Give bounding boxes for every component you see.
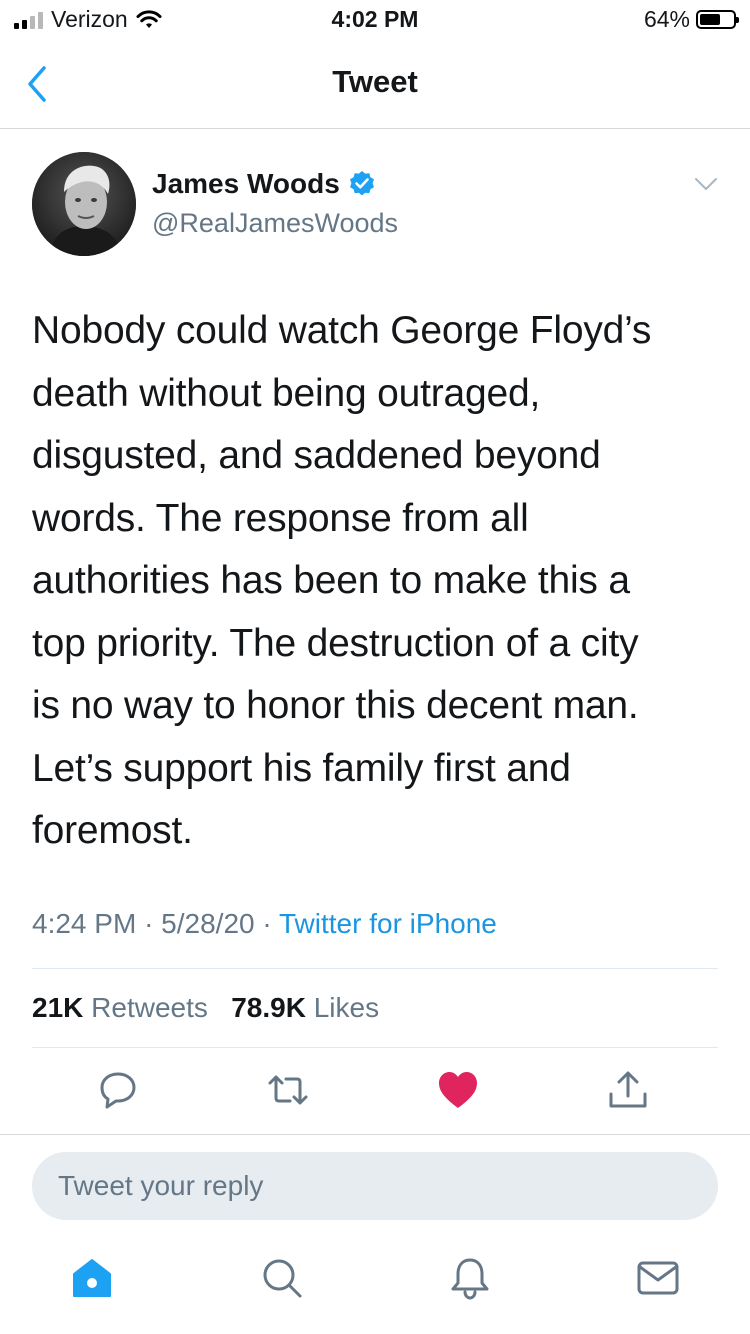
tab-bar — [0, 1256, 750, 1316]
likes-stat[interactable]: 78.9K Likes — [231, 992, 379, 1023]
author-name[interactable]: James Woods — [152, 168, 340, 200]
battery-icon — [696, 10, 739, 29]
tweet-time: 4:24 PM — [32, 908, 137, 939]
verified-badge-icon — [349, 171, 374, 196]
tweet-author: James Woods @RealJamesWoods — [32, 152, 722, 262]
reply-icon[interactable] — [96, 1068, 140, 1112]
divider — [32, 968, 718, 969]
liked-heart-icon[interactable] — [436, 1068, 480, 1112]
tweet-text: Nobody could watch George Floyd’s death … — [32, 309, 652, 852]
retweets-count: 21K — [32, 992, 84, 1023]
retweets-stat[interactable]: 21K Retweets — [32, 992, 208, 1023]
author-handle[interactable]: @RealJamesWoods — [152, 208, 398, 239]
divider — [32, 1047, 718, 1048]
reply-placeholder: Tweet your reply — [58, 1170, 264, 1201]
status-bar: Verizon 4:02 PM 64% — [0, 0, 750, 40]
likes-label: Likes — [313, 992, 380, 1023]
battery-percent: 64% — [643, 6, 690, 32]
share-icon[interactable] — [606, 1068, 650, 1112]
battery-level — [700, 14, 720, 25]
page-title: Tweet — [332, 64, 418, 99]
tweet-actions — [0, 1068, 750, 1118]
home-icon[interactable] — [70, 1256, 114, 1300]
clock: 4:02 PM — [331, 6, 419, 32]
tweet-stats: 21K Retweets 78.9K Likes — [32, 992, 379, 1024]
likes-count: 78.9K — [231, 992, 306, 1023]
tweet-meta: 4:24 PM · 5/28/20 · Twitter for iPhone — [32, 908, 497, 940]
retweet-icon[interactable] — [266, 1068, 310, 1112]
avatar-photo — [32, 152, 136, 256]
name-row: James Woods — [152, 168, 376, 200]
tweet-source-link[interactable]: Twitter for iPhone — [279, 908, 497, 939]
nav-bar: Tweet — [0, 40, 750, 129]
meta-separator: · — [144, 908, 154, 939]
tweet-date: 5/28/20 — [161, 908, 255, 939]
chevron-down-icon[interactable] — [694, 176, 718, 192]
divider — [0, 1134, 750, 1135]
notifications-icon[interactable] — [448, 1256, 492, 1300]
retweets-label: Retweets — [91, 992, 208, 1023]
avatar[interactable] — [32, 152, 136, 256]
status-right: 64% — [643, 6, 739, 33]
messages-icon[interactable] — [636, 1256, 680, 1300]
reply-input[interactable]: Tweet your reply — [32, 1152, 718, 1220]
search-icon[interactable] — [260, 1256, 304, 1300]
meta-separator: · — [262, 908, 272, 939]
